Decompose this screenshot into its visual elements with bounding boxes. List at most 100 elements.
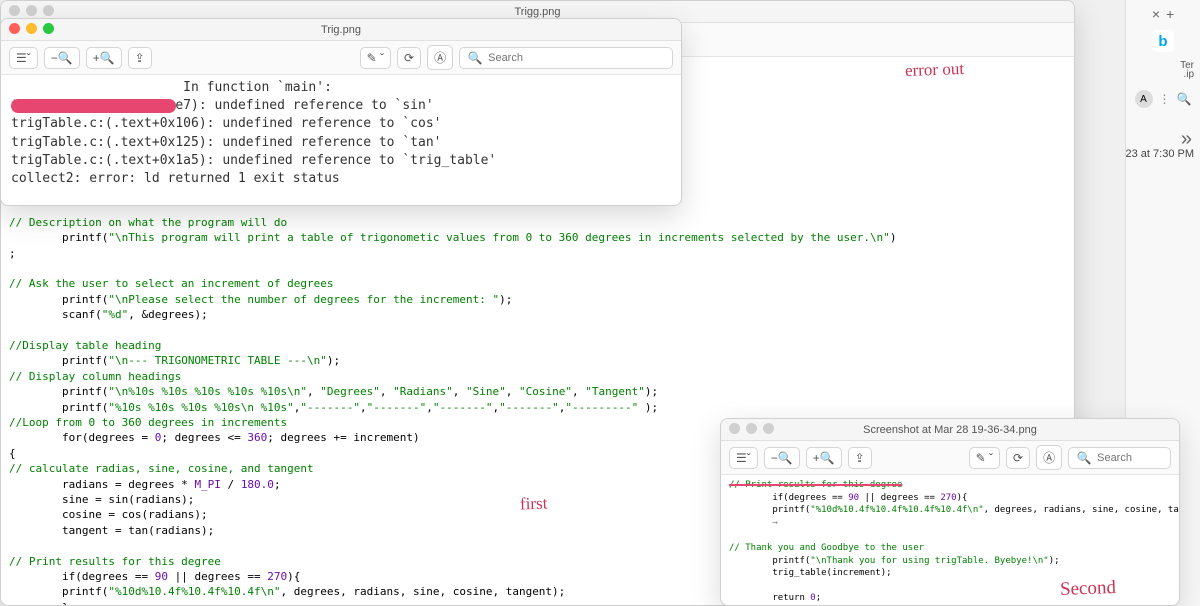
zoom-in-icon[interactable]: +🔍 bbox=[86, 47, 122, 69]
code-segment: "Radians" bbox=[393, 385, 453, 398]
code-segment: , degrees, radians, sine, cosine, tangen… bbox=[984, 505, 1180, 515]
code-segment: ); bbox=[638, 401, 658, 414]
code-segment: "-------" bbox=[300, 401, 360, 414]
sidebar-toggle-icon[interactable]: ☰ˇ bbox=[729, 447, 758, 469]
titlebar-trig: Trig.png bbox=[1, 19, 681, 41]
code-segment bbox=[729, 530, 734, 540]
share-icon[interactable]: ⇪ bbox=[848, 447, 872, 469]
code-line: // Display column headings bbox=[9, 369, 1066, 384]
minimize-icon[interactable] bbox=[26, 5, 37, 16]
close-icon[interactable] bbox=[729, 423, 740, 434]
zoom-in-icon[interactable]: +🔍 bbox=[806, 447, 842, 469]
code-segment: , degrees, radians, sine, cosine, tangen… bbox=[281, 585, 566, 598]
code-line: printf("\nThis program will print a tabl… bbox=[9, 230, 1066, 245]
code-segment: printf( bbox=[729, 505, 810, 515]
code-segment: 360 bbox=[247, 431, 267, 444]
rotate-icon[interactable]: ⟳ bbox=[1006, 447, 1030, 469]
code-segment: "\n--- TRIGONOMETRIC TABLE ---\n" bbox=[108, 354, 327, 367]
maximize-icon[interactable] bbox=[43, 23, 54, 34]
redaction-bar bbox=[11, 99, 176, 113]
edit-icon[interactable]: ✎ ˇ bbox=[360, 47, 391, 69]
code-segment: 270 bbox=[940, 493, 956, 503]
markup-icon[interactable]: Ⓐ bbox=[427, 45, 453, 70]
code-segment: "-------" bbox=[433, 401, 493, 414]
code-segment: M_PI bbox=[194, 478, 221, 491]
terminal-line: collect2: error: ld returned 1 exit stat… bbox=[11, 170, 671, 188]
code-segment: → bbox=[729, 518, 778, 528]
minimize-icon[interactable] bbox=[26, 23, 37, 34]
search-field[interactable]: 🔍 bbox=[1068, 447, 1171, 469]
code-segment: ; bbox=[9, 247, 16, 260]
code-segment: , &degrees); bbox=[128, 308, 207, 321]
code-content-screenshot: // Print results for this degree if(degr… bbox=[721, 475, 1179, 606]
terminal-line: trigTable.c:(.text+0x106): undefined ref… bbox=[11, 115, 671, 133]
code-segment: radians = degrees * bbox=[9, 478, 194, 491]
side-ip: .ip bbox=[1126, 69, 1200, 80]
more-icon[interactable]: ⋮ bbox=[1159, 92, 1171, 106]
code-line: trig_table(increment); bbox=[729, 567, 1171, 580]
code-segment: "-------" bbox=[499, 401, 559, 414]
code-segment: // Thank you and Goodbye to the user bbox=[729, 543, 924, 553]
code-line: // Thank you and Goodbye to the user bbox=[729, 542, 1171, 555]
code-line: return 0; bbox=[729, 592, 1171, 605]
code-segment: ; bbox=[816, 593, 821, 603]
code-line: ; bbox=[9, 246, 1066, 261]
bing-icon[interactable]: b bbox=[1152, 30, 1174, 52]
code-segment: || degrees == bbox=[859, 493, 940, 503]
code-segment: tangent = tan(radians); bbox=[9, 524, 214, 537]
code-line: printf("\n%10s %10s %10s %10s %10s\n", "… bbox=[9, 384, 1066, 399]
chevron-right-icon[interactable]: » bbox=[1181, 128, 1192, 151]
code-segment: "Degrees" bbox=[320, 385, 380, 398]
code-segment: "---------" bbox=[565, 401, 638, 414]
code-segment: "\nThis program will print a table of tr… bbox=[108, 231, 889, 244]
code-line: // Description on what the program will … bbox=[9, 215, 1066, 230]
code-segment: 180.0 bbox=[241, 478, 274, 491]
close-icon[interactable] bbox=[9, 23, 20, 34]
share-icon[interactable]: ⇪ bbox=[128, 47, 152, 69]
zoom-out-icon[interactable]: −🔍 bbox=[44, 47, 80, 69]
code-segment: scanf( bbox=[9, 308, 102, 321]
zoom-out-icon[interactable]: −🔍 bbox=[764, 447, 800, 469]
titlebar-screenshot: Screenshot at Mar 28 19-36-34.png bbox=[721, 419, 1179, 441]
code-segment: , bbox=[307, 385, 320, 398]
code-segment: ); bbox=[645, 385, 658, 398]
code-segment: printf( bbox=[9, 354, 108, 367]
code-segment: printf( bbox=[9, 385, 108, 398]
code-segment: "Tangent" bbox=[585, 385, 645, 398]
toolbar-screenshot: ☰ˇ −🔍 +🔍 ⇪ ✎ ˇ ⟳ Ⓐ 🔍 bbox=[721, 441, 1179, 475]
search-input[interactable] bbox=[486, 51, 664, 65]
code-segment: "-------" bbox=[367, 401, 427, 414]
code-line: //Display table heading bbox=[9, 338, 1066, 353]
code-segment: "%d" bbox=[102, 308, 129, 321]
new-tab-icon[interactable]: + bbox=[1166, 6, 1174, 22]
edit-icon[interactable]: ✎ ˇ bbox=[969, 447, 1000, 469]
tab-controls[interactable]: × + bbox=[1152, 6, 1174, 22]
maximize-icon[interactable] bbox=[43, 5, 54, 16]
code-segment: ; bbox=[274, 478, 281, 491]
code-segment: "%10s %10s %10s %10s\n %10s" bbox=[108, 401, 293, 414]
search-field[interactable]: 🔍 bbox=[459, 47, 673, 69]
code-line: printf("\nThank you for using trigTable.… bbox=[729, 555, 1171, 568]
code-segment: // calculate radias, sine, cosine, and t… bbox=[9, 462, 314, 475]
maximize-icon[interactable] bbox=[763, 423, 774, 434]
code-segment: , bbox=[426, 401, 433, 414]
avatar-letter[interactable]: A bbox=[1135, 90, 1153, 108]
markup-icon[interactable]: Ⓐ bbox=[1036, 445, 1062, 470]
toolbar-trig: ☰ˇ −🔍 +🔍 ⇪ ✎ ˇ ⟳ Ⓐ 🔍 bbox=[1, 41, 681, 75]
minimize-icon[interactable] bbox=[746, 423, 757, 434]
terminal-line: trigTable.c:(.text+0x125): undefined ref… bbox=[11, 134, 671, 152]
code-segment bbox=[9, 262, 16, 275]
close-icon[interactable] bbox=[9, 5, 20, 16]
rotate-icon[interactable]: ⟳ bbox=[397, 47, 421, 69]
code-line bbox=[9, 261, 1066, 276]
search-small-icon[interactable]: 🔍 bbox=[1177, 92, 1192, 106]
code-segment: ){ bbox=[957, 493, 968, 503]
code-segment: 270 bbox=[267, 570, 287, 583]
code-segment: "Sine" bbox=[466, 385, 506, 398]
terminal-line: In function `main': bbox=[11, 79, 671, 97]
search-input[interactable] bbox=[1095, 451, 1162, 465]
code-segment: if(degrees == bbox=[729, 493, 848, 503]
sidebar-toggle-icon[interactable]: ☰ˇ bbox=[9, 47, 38, 69]
code-segment: printf( bbox=[9, 401, 108, 414]
close-tab-icon[interactable]: × bbox=[1152, 6, 1160, 22]
